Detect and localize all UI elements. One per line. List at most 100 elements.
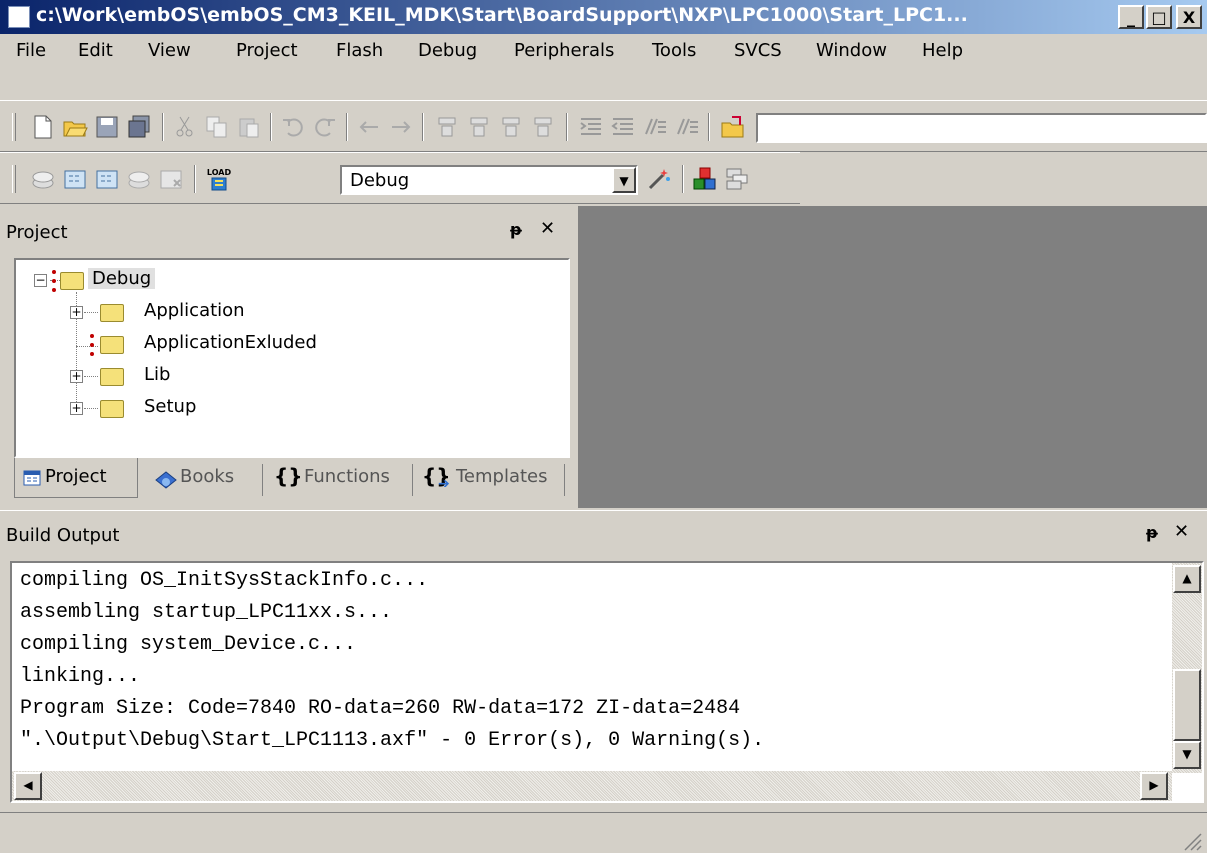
folder-icon xyxy=(100,336,124,354)
project-tab-icon xyxy=(23,470,41,486)
pin-icon[interactable]: ᵽ xyxy=(1146,523,1158,542)
menu-edit[interactable]: Edit xyxy=(78,40,113,61)
scroll-right-button[interactable]: ▶ xyxy=(1140,772,1168,800)
scroll-thumb[interactable] xyxy=(1173,669,1201,741)
paste-icon[interactable] xyxy=(236,114,262,140)
close-icon[interactable]: ✕ xyxy=(1174,521,1189,542)
tree-item-setup[interactable]: Setup xyxy=(144,396,196,417)
unindent-icon[interactable] xyxy=(610,114,636,140)
horizontal-scrollbar[interactable]: ◀ ▶ xyxy=(12,771,1172,801)
folder-icon xyxy=(100,400,124,418)
toolbar-separator xyxy=(422,113,424,141)
menu-svcs[interactable]: SVCS xyxy=(734,40,782,61)
pin-icon[interactable]: ᵽ xyxy=(510,220,522,239)
resize-grip-icon[interactable] xyxy=(1180,829,1202,851)
uncomment-icon[interactable] xyxy=(674,114,700,140)
menu-view[interactable]: View xyxy=(148,40,191,61)
output-line: compiling system_Device.c... xyxy=(20,633,357,656)
expand-icon[interactable]: + xyxy=(70,306,83,319)
status-bar xyxy=(0,812,1207,853)
expand-icon[interactable]: + xyxy=(70,370,83,383)
build-toolbar: LOAD Debug ▼ xyxy=(0,152,800,204)
toolbar-separator xyxy=(346,113,348,141)
bookmark-icon[interactable] xyxy=(466,114,492,140)
batch-build-icon[interactable] xyxy=(126,166,152,192)
editor-workspace[interactable] xyxy=(578,206,1207,508)
maximize-button[interactable]: □ xyxy=(1146,5,1172,29)
bookmark-icon[interactable] xyxy=(530,114,556,140)
copy-icon[interactable] xyxy=(204,114,230,140)
bookmark-icon[interactable] xyxy=(498,114,524,140)
output-line: assembling startup_LPC11xx.s... xyxy=(20,601,393,624)
vertical-scrollbar[interactable]: ▲ ▼ xyxy=(1172,563,1202,773)
load-icon[interactable]: LOAD xyxy=(204,164,234,194)
redo-icon[interactable] xyxy=(312,114,338,140)
find-input[interactable] xyxy=(756,113,1207,143)
tab-project[interactable]: Project xyxy=(14,458,138,498)
toolbar-separator xyxy=(566,113,568,141)
tab-separator xyxy=(412,464,413,496)
scroll-up-button[interactable]: ▲ xyxy=(1173,565,1201,593)
menu-peripherals[interactable]: Peripherals xyxy=(514,40,614,61)
build-icon[interactable] xyxy=(62,166,88,192)
toolbar-separator xyxy=(270,113,272,141)
output-line: Program Size: Code=7840 RO-data=260 RW-d… xyxy=(20,697,741,720)
open-folder-icon[interactable] xyxy=(62,114,88,140)
options-wand-icon[interactable] xyxy=(646,166,672,192)
toolbar-separator xyxy=(682,165,684,193)
comment-icon[interactable] xyxy=(642,114,668,140)
file-extensions-icon[interactable] xyxy=(724,166,750,192)
collapse-icon[interactable]: − xyxy=(34,274,47,287)
menu-tools[interactable]: Tools xyxy=(652,40,696,61)
menu-window[interactable]: Window xyxy=(816,40,887,61)
menu-file[interactable]: File xyxy=(16,40,46,61)
target-dropdown-button[interactable]: ▼ xyxy=(612,167,636,193)
close-button[interactable]: X xyxy=(1176,5,1202,29)
manage-components-icon[interactable] xyxy=(692,166,718,192)
toolbar-separator xyxy=(708,113,710,141)
toolbar-grip[interactable] xyxy=(12,165,16,193)
navigate-back-icon[interactable] xyxy=(356,114,382,140)
translate-icon[interactable] xyxy=(30,166,56,192)
minimize-button[interactable]: _ xyxy=(1118,5,1144,29)
tree-item-lib[interactable]: Lib xyxy=(144,364,170,385)
save-icon[interactable] xyxy=(94,114,120,140)
menu-project[interactable]: Project xyxy=(236,40,298,61)
scroll-down-button[interactable]: ▼ xyxy=(1173,741,1201,769)
app-icon[interactable] xyxy=(8,6,30,28)
menu-help[interactable]: Help xyxy=(922,40,963,61)
menu-debug[interactable]: Debug xyxy=(418,40,477,61)
tree-item-application[interactable]: Application xyxy=(144,300,245,321)
stop-build-icon[interactable] xyxy=(158,166,184,192)
open-icon[interactable] xyxy=(720,114,746,140)
toolbar-separator xyxy=(162,113,164,141)
cut-icon[interactable] xyxy=(172,114,198,140)
build-output-title: Build Output xyxy=(6,525,120,546)
books-icon xyxy=(155,471,177,489)
build-output-text[interactable]: compiling OS_InitSysStackInfo.c... assem… xyxy=(10,561,1204,803)
file-toolbar xyxy=(0,100,1207,152)
templates-arrow-icon: ➔ xyxy=(438,476,450,492)
project-panel: Project ᵽ ✕ − Debug + Application Applic… xyxy=(0,206,578,508)
tree-root-debug[interactable]: Debug xyxy=(88,268,156,289)
menu-flash[interactable]: Flash xyxy=(336,40,383,61)
scroll-left-button[interactable]: ◀ xyxy=(14,772,42,800)
target-select[interactable]: Debug ▼ xyxy=(340,165,638,195)
toolbar-grip[interactable] xyxy=(12,113,16,141)
title-bar[interactable]: c:\Work\embOS\embOS_CM3_KEIL_MDK\Start\B… xyxy=(0,0,1207,34)
undo-icon[interactable] xyxy=(280,114,306,140)
tree-item-applicationexluded[interactable]: ApplicationExluded xyxy=(144,332,317,353)
bookmark-icon[interactable] xyxy=(434,114,460,140)
new-file-icon[interactable] xyxy=(30,114,56,140)
rebuild-icon[interactable] xyxy=(94,166,120,192)
functions-icon: {} xyxy=(274,464,303,488)
output-line: ".\Output\Debug\Start_LPC1113.axf" - 0 E… xyxy=(20,729,765,752)
save-all-icon[interactable] xyxy=(126,114,152,140)
window-title: c:\Work\embOS\embOS_CM3_KEIL_MDK\Start\B… xyxy=(36,4,968,26)
toolbar-separator xyxy=(194,165,196,193)
expand-icon[interactable]: + xyxy=(70,402,83,415)
indent-icon[interactable] xyxy=(578,114,604,140)
close-icon[interactable]: ✕ xyxy=(540,218,555,239)
project-tree[interactable]: − Debug + Application ApplicationExluded… xyxy=(14,258,570,458)
navigate-forward-icon[interactable] xyxy=(388,114,414,140)
